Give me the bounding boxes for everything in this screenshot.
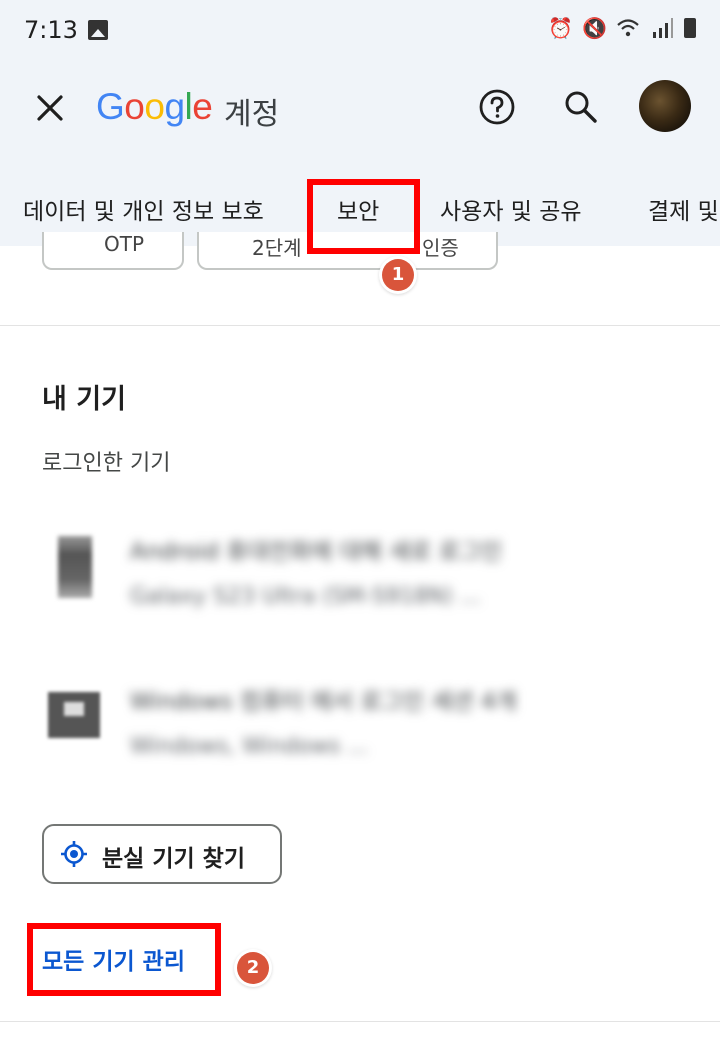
battery-icon (684, 18, 696, 38)
device-1-detail: Galaxy S23 Ultra (SM-S918N) ... (130, 584, 481, 609)
wifi-icon (616, 16, 640, 40)
account-title: 계정 (224, 97, 280, 132)
status-icons: ⏰ 🔇 (548, 16, 696, 40)
gallery-icon (88, 20, 108, 40)
laptop-icon (48, 692, 100, 738)
phone-icon (58, 536, 92, 598)
highlight-box-security-tab (307, 179, 420, 254)
tab-payments[interactable]: 결제 및 (648, 192, 719, 226)
tab-data-privacy[interactable]: 데이터 및 개인 정보 보호 (23, 192, 264, 226)
two-step-chip-label-tail: 인증 (422, 236, 459, 260)
section-divider-top (0, 325, 720, 326)
step-marker-1: 1 (382, 259, 414, 291)
help-icon[interactable] (478, 88, 516, 126)
search-icon[interactable] (562, 88, 600, 126)
step-marker-2: 2 (237, 952, 269, 984)
device-1-title[interactable]: Android 휴대전화에 대해 새로 로그인 (130, 532, 502, 566)
avatar[interactable] (639, 80, 691, 132)
two-step-chip-label: 2단계 (252, 236, 302, 260)
section-title: 내 기기 (42, 384, 126, 415)
section-subtitle: 로그인한 기기 (42, 451, 171, 476)
google-logo: Google (96, 86, 213, 127)
locate-icon (61, 841, 87, 867)
find-lost-device-label: 분실 기기 찾기 (102, 846, 245, 872)
google-account-security-page: 7:13 ⏰ 🔇 Google 계정 데이터 및 개인 정보 보호 보안 사용자… (0, 0, 720, 1061)
section-divider-bottom (0, 1021, 720, 1022)
close-icon[interactable] (30, 88, 70, 128)
tab-people-sharing[interactable]: 사용자 및 공유 (440, 192, 582, 226)
signal-icon (650, 16, 674, 40)
device-2-title[interactable]: Windows 컴퓨터 에서 로그인 세션 4개 (130, 682, 517, 716)
alarm-icon: ⏰ (548, 16, 573, 40)
highlight-box-manage-link (27, 923, 221, 996)
otp-chip-label: OTP (104, 232, 145, 256)
mute-icon: 🔇 (582, 16, 607, 40)
status-bar: 7:13 ⏰ 🔇 (0, 0, 720, 62)
device-2-detail: Windows, Windows ... (130, 734, 369, 759)
app-bar: Google 계정 (0, 62, 720, 162)
status-time: 7:13 (24, 16, 78, 44)
find-lost-device-button[interactable]: 분실 기기 찾기 (42, 824, 282, 884)
